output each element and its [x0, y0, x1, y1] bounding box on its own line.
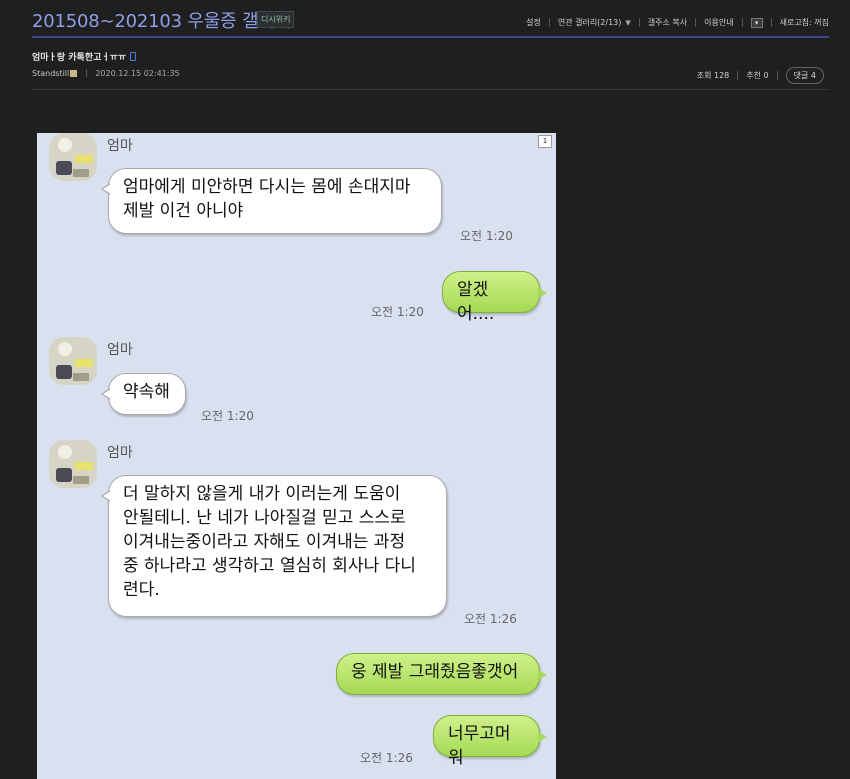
wiki-badge[interactable]: 디시위키	[257, 11, 295, 28]
divider	[638, 18, 640, 27]
post-title: 엄마ㅏ랑 카톡한고ㅓㅠㅠ	[32, 50, 137, 63]
message-bubble: 약속해	[101, 373, 186, 415]
dropdown-toggle-icon[interactable]: ▾	[750, 17, 763, 28]
view-count: 조회 128	[696, 71, 730, 80]
post-stats: 조회 128 추천 0 댓글 4	[697, 67, 824, 84]
divider	[548, 18, 550, 27]
post-date: 2020.12.15 02:41:35	[95, 69, 180, 78]
recommend-count: 추천 0	[746, 71, 769, 80]
divider	[737, 71, 739, 80]
message-time: 오전 1:26	[464, 612, 517, 626]
author-name[interactable]: Standstill	[32, 69, 69, 78]
message-time: 오전 1:20	[460, 229, 513, 243]
divider	[776, 71, 778, 80]
post-title-text: 엄마ㅏ랑 카톡한고ㅓㅠㅠ	[32, 53, 127, 63]
guide-link[interactable]: 이용안내	[704, 17, 733, 28]
divider	[85, 69, 87, 77]
message-bubble: 웅 제발 그래줬음좋갯어	[336, 653, 547, 695]
sender-name: 엄마	[107, 445, 133, 461]
gallery-header: 201508~202103 우울증 갤러리 디시위키 설정 연관 갤러리(2/1…	[32, 0, 829, 38]
message-time: 오전 1:20	[371, 305, 424, 319]
copy-url-link[interactable]: 갤주소 복사	[648, 17, 687, 28]
related-gallery-label: 연관 갤러리(2/13)	[557, 18, 622, 27]
comment-count-button[interactable]: 댓글 4	[785, 67, 824, 84]
mobile-icon	[130, 52, 137, 61]
divider	[741, 18, 743, 27]
message-bubble: 더 말하지 않을게 내가 이러는게 도움이 안될테니. 난 네가 나아질걸 믿고…	[101, 475, 447, 617]
divider	[770, 18, 772, 27]
post-meta: Standstill 2020.12.15 02:41:35	[32, 69, 180, 78]
refresh-toggle[interactable]: 새로고침: 꺼짐	[780, 17, 829, 28]
message-time: 오전 1:26	[360, 751, 413, 765]
page-number: 1	[538, 135, 552, 148]
chevron-down-icon: ▼	[625, 19, 631, 27]
message-time: 오전 1:20	[201, 409, 254, 423]
message-bubble: 너무고머워	[433, 715, 547, 768]
avatar	[49, 337, 97, 385]
avatar	[49, 440, 97, 488]
divider	[695, 18, 697, 27]
top-nav: 설정 연관 갤러리(2/13) ▼ 갤주소 복사 이용안내 ▾ 새로고침: 꺼짐	[526, 17, 829, 28]
chat-screenshot: 1 엄마 엄마에게 미안하면 다시는 몸에 손대지마 제발 이건 아니야 오전 …	[37, 133, 556, 779]
gallery-title[interactable]: 201508~202103 우울증 갤러리	[32, 7, 291, 33]
message-bubble: 알겠어....	[442, 271, 547, 324]
sender-name: 엄마	[107, 138, 133, 154]
settings-link[interactable]: 설정	[526, 17, 541, 28]
related-gallery-link[interactable]: 연관 갤러리(2/13) ▼	[558, 17, 631, 28]
nick-icon	[70, 70, 78, 77]
message-bubble: 엄마에게 미안하면 다시는 몸에 손대지마 제발 이건 아니야	[101, 168, 442, 234]
avatar	[49, 133, 97, 181]
divider	[32, 89, 829, 90]
sender-name: 엄마	[107, 342, 133, 358]
